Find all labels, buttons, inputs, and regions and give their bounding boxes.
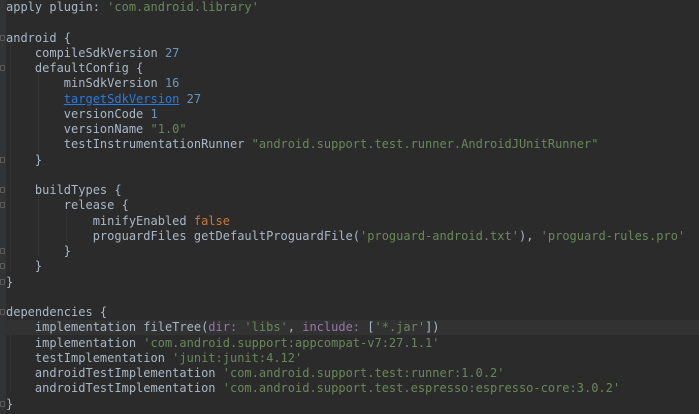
code-line[interactable]: release { — [6, 198, 699, 213]
code-line[interactable]: implementation fileTree(dir: 'libs', inc… — [6, 320, 699, 336]
fold-marker-icon[interactable] — [0, 156, 5, 163]
code-token: ), — [518, 228, 541, 243]
code-line[interactable]: } — [6, 397, 699, 412]
code-token: 27 — [164, 45, 180, 60]
code-line[interactable]: } — [6, 259, 699, 274]
code-token: release { — [6, 198, 129, 213]
code-token: versionCode — [6, 106, 151, 121]
fold-marker-icon[interactable] — [0, 202, 5, 209]
code-token: minSdkVersion — [6, 76, 165, 91]
code-token: implementation — [6, 335, 144, 350]
code-token: proguardFiles getDefaultProguardFile( — [6, 228, 361, 243]
code-line[interactable]: android { — [6, 31, 699, 46]
code-line[interactable]: testImplementation 'junit:junit:4.12' — [6, 351, 699, 366]
code-line[interactable]: androidTestImplementation 'com.android.s… — [6, 366, 699, 381]
fold-marker-icon[interactable] — [0, 278, 5, 285]
code-token: } — [6, 244, 72, 258]
code-token: include: — [302, 320, 368, 335]
code-token: 'proguard-android.txt' — [360, 228, 519, 243]
code-line[interactable]: minSdkVersion 16 — [6, 76, 699, 91]
code-line[interactable]: } — [6, 153, 699, 168]
fold-marker-icon[interactable] — [0, 187, 5, 193]
code-token: "1.0" — [150, 122, 187, 136]
code-token: 'com.android.library' — [107, 0, 259, 14]
code-token: ]) — [425, 320, 440, 335]
code-token: false — [193, 213, 230, 228]
fold-marker-icon[interactable] — [0, 65, 5, 71]
code-link[interactable]: targetSdkVersion — [64, 92, 180, 106]
code-line[interactable]: } — [6, 244, 699, 259]
code-token: implementation fileTree( — [6, 320, 209, 335]
code-line[interactable]: minifyEnabled false — [6, 214, 699, 229]
code-token: dir: — [208, 320, 245, 335]
code-line[interactable]: implementation 'com.android.support:appc… — [6, 336, 699, 351]
code-line[interactable]: targetSdkVersion 27 — [6, 92, 699, 107]
fold-marker-icon[interactable] — [0, 263, 5, 270]
code-token: 27 — [186, 91, 202, 106]
fold-marker-icon[interactable] — [0, 400, 5, 407]
code-token: , — [287, 320, 303, 335]
code-token: defaultConfig { — [6, 61, 144, 75]
code-line[interactable]: versionName "1.0" — [6, 122, 699, 137]
code-line[interactable] — [6, 15, 699, 30]
fold-marker-icon[interactable] — [0, 309, 5, 315]
code-token: compileSdkVersion — [6, 45, 165, 60]
code-token: apply plugin: — [6, 0, 108, 14]
code-line[interactable] — [6, 290, 699, 305]
code-token: testImplementation — [6, 350, 173, 365]
code-line[interactable]: } — [6, 275, 699, 290]
code-line[interactable]: proguardFiles getDefaultProguardFile('pr… — [6, 229, 699, 244]
code-token: testInstrumentationRunner — [6, 137, 252, 152]
code-token: } — [6, 152, 43, 167]
code-line[interactable]: androidTestImplementation 'com.android.s… — [6, 381, 699, 396]
code-line[interactable]: defaultConfig { — [6, 61, 699, 76]
code-token: "android.support.test.runner.AndroidJUni… — [251, 137, 599, 152]
fold-marker-icon[interactable] — [0, 34, 5, 41]
code-token: 'proguard-rules.pro' — [540, 228, 686, 243]
code-token: 'libs' — [244, 320, 288, 335]
code-token: androidTestImplementation — [6, 366, 223, 380]
code-token: buildTypes { — [6, 183, 122, 197]
code-line[interactable]: versionCode 1 — [6, 107, 699, 122]
code-line[interactable]: testInstrumentationRunner "android.suppo… — [6, 137, 699, 152]
code-token: 'com.android.support:appcompat-v7:27.1.1… — [143, 335, 440, 350]
fold-marker-icon[interactable] — [0, 248, 5, 254]
code-editor[interactable]: apply plugin: 'com.android.library' andro… — [0, 0, 699, 414]
code-token: android { — [6, 30, 72, 45]
code-line[interactable]: buildTypes { — [6, 183, 699, 198]
code-line[interactable]: apply plugin: 'com.android.library' — [6, 0, 699, 15]
code-token: 16 — [164, 76, 180, 91]
code-token: dependencies { — [6, 305, 108, 319]
code-line[interactable] — [6, 168, 699, 183]
code-token: minifyEnabled — [6, 213, 194, 228]
code-token: androidTestImplementation — [6, 381, 223, 396]
code-token: 'com.android.support.test.espresso:espre… — [222, 381, 621, 396]
code-token: 1 — [150, 106, 158, 121]
code-token: 'com.android.support.test:runner:1.0.2' — [222, 366, 505, 380]
code-token: } — [6, 396, 14, 411]
code-token: 'junit:junit:4.12' — [172, 350, 303, 365]
code-line[interactable]: compileSdkVersion 27 — [6, 46, 699, 61]
code-token: } — [6, 259, 43, 274]
code-token: versionName — [6, 122, 151, 136]
code-token: } — [6, 274, 14, 289]
code-token: '*.jar' — [374, 320, 426, 335]
code-token: [ — [367, 320, 375, 335]
code-line[interactable]: dependencies { — [6, 305, 699, 320]
